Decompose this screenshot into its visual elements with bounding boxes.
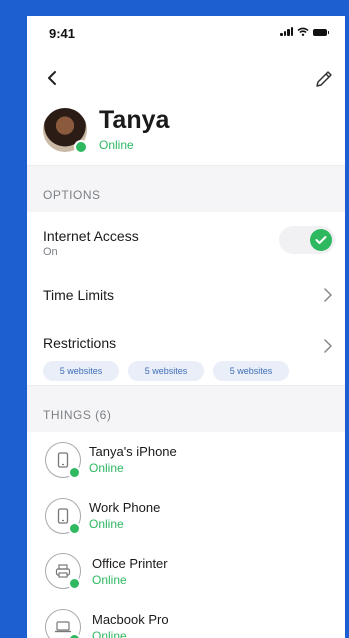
internet-access-value: On (43, 246, 58, 258)
restriction-chip[interactable]: 5 websites (128, 361, 204, 381)
device-name: Work Phone (89, 500, 161, 515)
internet-access-label: Internet Access (43, 228, 139, 244)
chevron-right-icon (324, 288, 332, 302)
device-row[interactable]: Macbook Pro Online (27, 599, 345, 638)
device-status: Online (89, 517, 124, 531)
device-name: Macbook Pro (92, 612, 169, 627)
profile-status: Online (99, 138, 134, 152)
options-section-title: OPTIONS (43, 188, 101, 202)
restrictions-label: Restrictions (43, 335, 117, 351)
status-time: 9:41 (49, 26, 76, 41)
time-limits-row[interactable]: Time Limits (27, 267, 345, 324)
options-section-header: OPTIONS (27, 165, 345, 212)
online-status-dot (68, 577, 81, 590)
chevron-right-icon (324, 339, 332, 353)
internet-access-toggle[interactable] (279, 226, 335, 254)
back-chevron-icon[interactable] (43, 68, 63, 88)
online-status-dot (74, 140, 88, 154)
device-name: Tanya's iPhone (89, 444, 177, 459)
edit-pencil-icon[interactable] (313, 68, 335, 90)
online-status-dot (68, 466, 81, 479)
time-limits-label: Time Limits (43, 287, 115, 303)
restriction-chip[interactable]: 5 websites (213, 361, 289, 381)
wifi-icon (297, 27, 309, 36)
things-section-header: THINGS (6) (27, 385, 345, 432)
toggle-knob (310, 229, 332, 251)
restriction-chip[interactable]: 5 websites (43, 361, 119, 381)
status-icons (280, 27, 329, 36)
battery-icon (313, 29, 329, 36)
device-status: Online (89, 461, 124, 475)
profile-name: Tanya (99, 106, 170, 134)
check-icon (315, 236, 327, 244)
device-row[interactable]: Tanya's iPhone Online (27, 432, 345, 487)
device-status: Online (92, 629, 127, 638)
device-row[interactable]: Work Phone Online (27, 486, 345, 544)
status-bar: 9:41 (27, 16, 345, 48)
device-name: Office Printer (92, 556, 168, 571)
internet-access-row[interactable]: Internet Access On (27, 212, 345, 268)
restrictions-row[interactable]: Restrictions 5 websites 5 websites 5 web… (27, 323, 345, 385)
phone-screen: 9:41 Tanya Online OPTIONS Internet Acces… (27, 16, 345, 638)
online-status-dot (68, 522, 81, 535)
signal-icon (280, 27, 293, 36)
device-status: Online (92, 573, 127, 587)
device-row[interactable]: Office Printer Online (27, 543, 345, 600)
things-section-title: THINGS (6) (43, 408, 112, 422)
